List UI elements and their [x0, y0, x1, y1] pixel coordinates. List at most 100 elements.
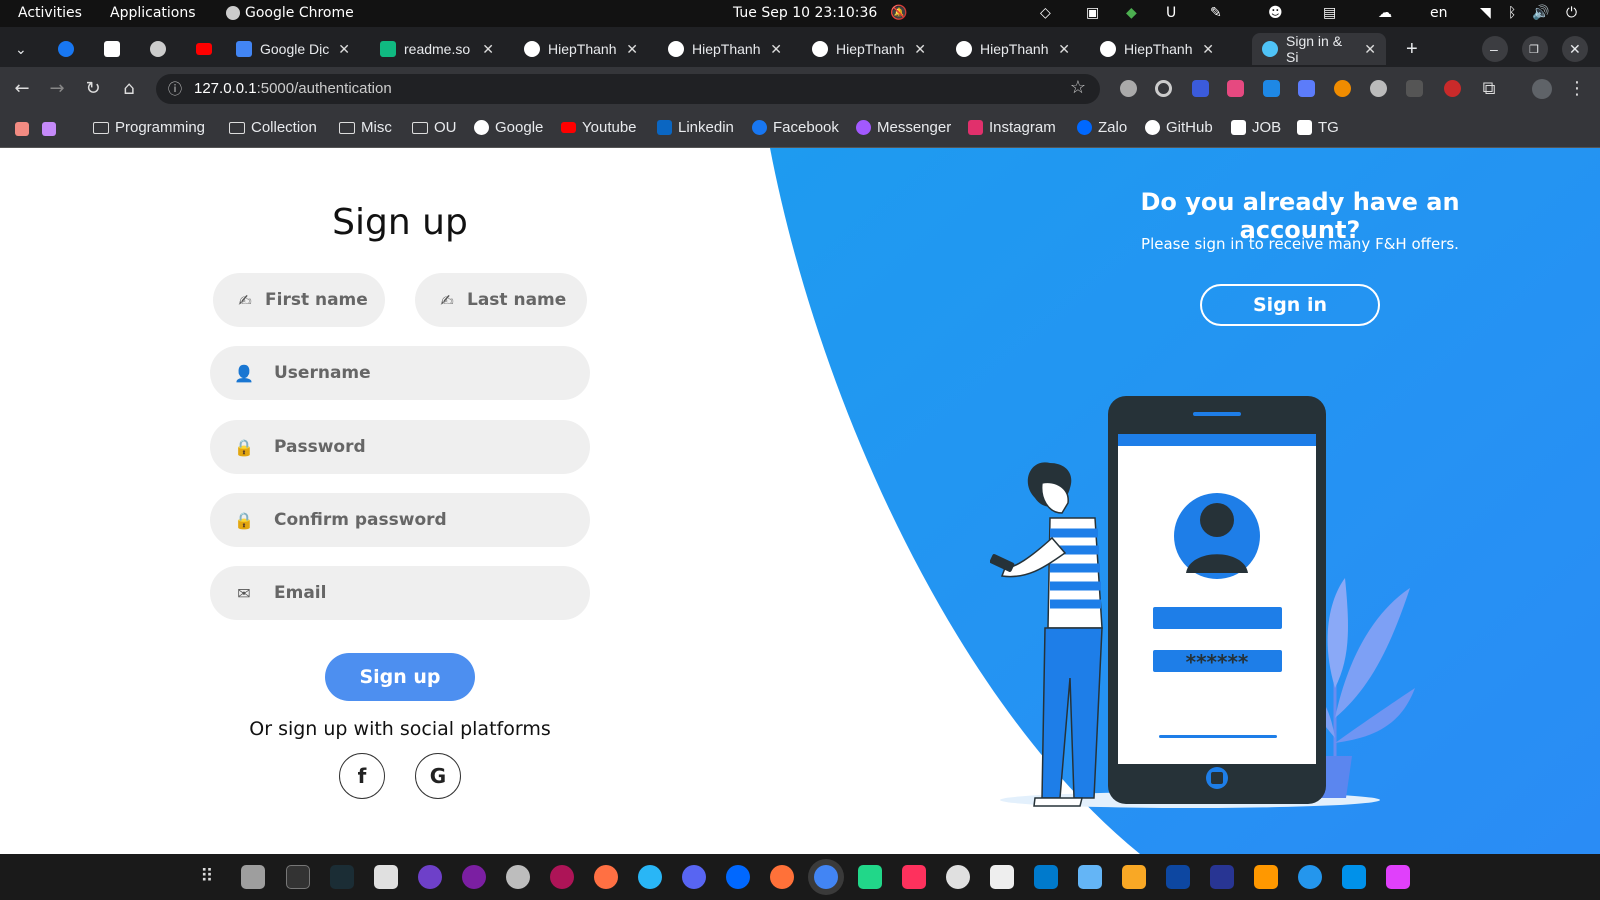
docker-icon[interactable]	[1298, 865, 1322, 889]
bookmark-star-icon[interactable]: ☆	[1070, 77, 1086, 98]
postman-orange-icon[interactable]	[594, 865, 618, 889]
applications-menu[interactable]: Applications	[110, 5, 196, 21]
back-arrow-icon[interactable]: ←	[11, 78, 33, 100]
bookmark-github[interactable]: GitHub	[1145, 119, 1213, 136]
password-input[interactable]: 🔒 Password	[210, 420, 590, 474]
pinned-tab-chatgpt[interactable]	[140, 33, 170, 65]
remote-desktop-icon[interactable]	[1342, 865, 1366, 889]
profile-avatar-icon[interactable]	[1532, 79, 1552, 99]
discord-icon[interactable]	[682, 865, 706, 889]
minimize-button[interactable]: –	[1482, 36, 1508, 62]
intellij-icon[interactable]	[902, 865, 926, 889]
power-icon[interactable]: ⏻	[1566, 5, 1577, 21]
github-desktop-icon[interactable]	[418, 865, 442, 889]
notification-bell-off-icon[interactable]: 🔕	[890, 5, 907, 21]
pinned-tab-notion[interactable]	[94, 33, 124, 65]
pycharm-icon[interactable]	[858, 865, 882, 889]
cloud-icon[interactable]: ☁	[1378, 5, 1392, 21]
extension-react-icon[interactable]	[1120, 80, 1137, 97]
tab-sign-in[interactable]: Sign in & Si ✕	[1252, 33, 1386, 65]
zalo-icon[interactable]	[726, 865, 750, 889]
extension-bitwarden-icon[interactable]	[1192, 80, 1209, 97]
postman-icon[interactable]	[374, 865, 398, 889]
tab-google-translate[interactable]: Google Dịc ✕	[226, 33, 360, 65]
android-studio-icon[interactable]	[946, 865, 970, 889]
restore-button[interactable]: ❐	[1522, 36, 1548, 62]
extension-translate-icon[interactable]	[1227, 80, 1244, 97]
tab-search-button[interactable]: ⌄	[8, 33, 34, 65]
app-grid-icon[interactable]: ⠿	[195, 865, 219, 889]
close-icon[interactable]: ✕	[1364, 41, 1376, 58]
mysql-workbench-icon[interactable]	[1166, 865, 1190, 889]
bookmark-app-icon[interactable]	[42, 122, 56, 136]
home-icon[interactable]: ⌂	[118, 78, 140, 100]
cube-icon[interactable]	[1078, 865, 1102, 889]
activities-button[interactable]: Activities	[18, 5, 82, 21]
reload-icon[interactable]: ↻	[82, 78, 104, 100]
close-icon[interactable]: ✕	[770, 41, 782, 58]
confirm-password-input[interactable]: 🔒 Confirm password	[210, 493, 590, 547]
signup-button[interactable]: Sign up	[325, 653, 475, 701]
bookmark-tg[interactable]: TG	[1297, 119, 1339, 136]
bookmark-zalo[interactable]: Zalo	[1077, 119, 1127, 136]
wifi-icon[interactable]: ◥	[1480, 5, 1491, 21]
tor-icon[interactable]	[462, 865, 486, 889]
telegram-icon[interactable]	[638, 865, 662, 889]
vscode-icon[interactable]	[1034, 865, 1058, 889]
extension-bulb-icon[interactable]	[1370, 80, 1387, 97]
infinity-icon[interactable]	[550, 865, 574, 889]
color-picker-icon[interactable]: ✎	[1210, 5, 1222, 21]
signin-button[interactable]: Sign in	[1200, 284, 1380, 326]
tab-github-4[interactable]: HiepThanh ✕	[946, 33, 1080, 65]
bookmark-ou[interactable]: OU	[412, 119, 457, 136]
close-window-button[interactable]: ✕	[1562, 36, 1588, 62]
bookmark-programming[interactable]: Programming	[93, 119, 205, 136]
pinned-tab-facebook[interactable]	[48, 33, 78, 65]
google-signup-button[interactable]: G	[415, 753, 461, 799]
bookmark-linkedin[interactable]: Linkedin	[657, 119, 734, 136]
tray-app-icon[interactable]: ▣	[1086, 5, 1099, 21]
bookmark-misc[interactable]: Misc	[339, 119, 392, 136]
shield-icon[interactable]: ◆	[1126, 5, 1137, 21]
firefox-icon[interactable]	[770, 865, 794, 889]
close-icon[interactable]: ✕	[626, 41, 638, 58]
bookmark-google[interactable]: Google	[474, 119, 543, 136]
bookmark-messenger[interactable]: Messenger	[856, 119, 951, 136]
bookmark-collection[interactable]: Collection	[229, 119, 317, 136]
draw-io-icon[interactable]	[1254, 865, 1278, 889]
first-name-input[interactable]: ✍ First name	[213, 273, 385, 327]
username-input[interactable]: 👤 Username	[210, 346, 590, 400]
bookmark-app-icon[interactable]	[15, 122, 29, 136]
last-name-input[interactable]: ✍ Last name	[415, 273, 587, 327]
bookmark-youtube[interactable]: Youtube	[561, 119, 637, 136]
close-icon[interactable]: ✕	[1058, 41, 1070, 58]
extension-target-icon[interactable]	[1155, 80, 1172, 97]
design-app-icon[interactable]	[1386, 865, 1410, 889]
extension-ublock-icon[interactable]	[1444, 80, 1461, 97]
extension-cookie-icon[interactable]	[1334, 80, 1351, 97]
clipboard-icon[interactable]: ▤	[1323, 5, 1336, 21]
tab-github-5[interactable]: HiepThanh ✕	[1090, 33, 1224, 65]
bookmark-instagram[interactable]: Instagram	[968, 119, 1056, 136]
tray-cat-icon[interactable]: ☻	[1268, 5, 1283, 21]
bookmark-facebook[interactable]: Facebook	[752, 119, 839, 136]
warp-icon[interactable]	[330, 865, 354, 889]
language-indicator[interactable]: en	[1430, 5, 1448, 21]
chrome-icon[interactable]	[814, 865, 838, 889]
clock[interactable]: Tue Sep 10 23:10:36	[733, 5, 877, 21]
tab-github-2[interactable]: HiepThanh ✕	[658, 33, 792, 65]
tab-github-1[interactable]: HiepThanh ✕	[514, 33, 648, 65]
sublime-icon[interactable]	[1122, 865, 1146, 889]
terminal-icon[interactable]	[286, 865, 310, 889]
tab-github-3[interactable]: HiepThanh ✕	[802, 33, 936, 65]
close-icon[interactable]: ✕	[338, 41, 350, 58]
extension-x-icon[interactable]	[1298, 80, 1315, 97]
unity-icon[interactable]	[990, 865, 1014, 889]
site-info-icon[interactable]: ⓘ	[168, 79, 182, 99]
forward-arrow-icon[interactable]: →	[46, 78, 68, 100]
new-tab-button[interactable]: +	[1396, 33, 1426, 65]
close-icon[interactable]: ✕	[482, 41, 494, 58]
database-icon[interactable]	[506, 865, 530, 889]
address-bar[interactable]: ⓘ 127.0.0.1:5000/authentication ☆	[156, 74, 1100, 104]
files-icon[interactable]	[241, 865, 265, 889]
